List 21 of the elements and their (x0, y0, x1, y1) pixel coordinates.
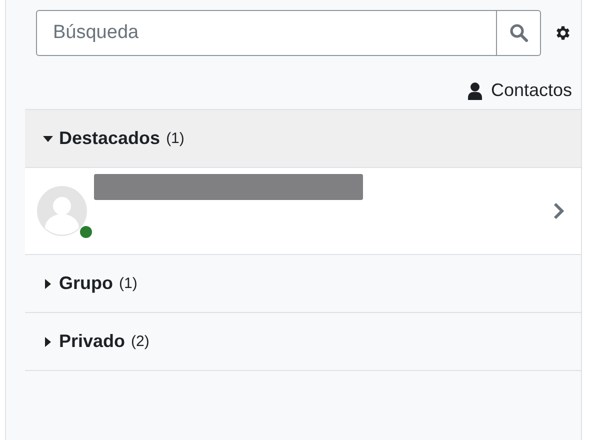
caret-icon (43, 134, 53, 144)
search-icon (508, 23, 528, 43)
avatar-icon (37, 186, 87, 236)
section-header[interactable]: Grupo (1) (25, 255, 581, 313)
section-count: (2) (131, 333, 150, 350)
section-count: (1) (119, 275, 138, 292)
section-count: (1) (166, 130, 184, 147)
caret-icon (43, 278, 53, 288)
contacts-link[interactable]: Contactos (466, 80, 572, 101)
section-title: Grupo (59, 273, 113, 294)
settings-icon[interactable] (554, 24, 572, 42)
search-button[interactable] (497, 10, 541, 56)
contact-row[interactable] (25, 168, 581, 255)
section-header[interactable]: Destacados (1) (25, 110, 581, 168)
chevron-icon (553, 202, 565, 220)
caret-icon (43, 336, 53, 346)
section-title: Privado (59, 331, 126, 352)
section-header[interactable]: Privado (2) (25, 313, 581, 371)
search-field[interactable]: Búsqueda (36, 10, 497, 56)
section-title: Destacados (59, 128, 160, 149)
person-icon (466, 82, 483, 100)
